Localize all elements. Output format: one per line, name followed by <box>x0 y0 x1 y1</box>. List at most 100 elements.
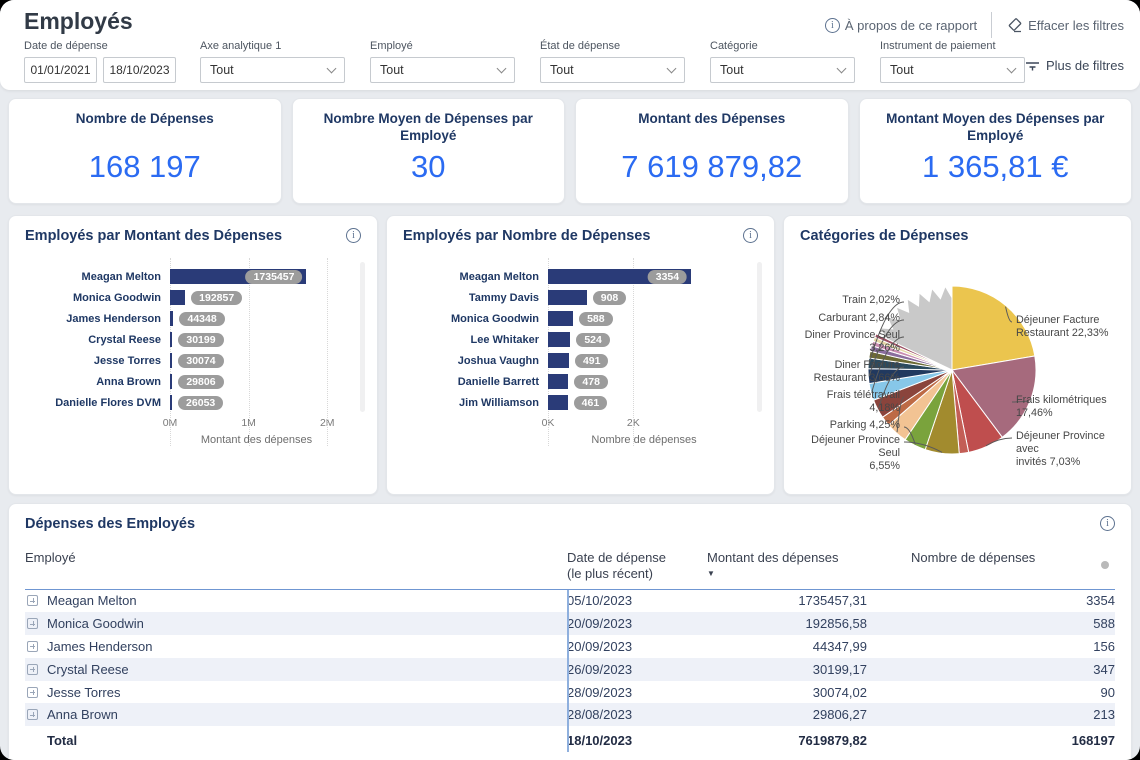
bar-value-label: 30074 <box>178 354 223 368</box>
table-row[interactable]: Crystal Reese 26/09/2023 30199,17 347 <box>25 658 1115 681</box>
employe-dropdown[interactable]: Tout <box>370 57 515 83</box>
bar[interactable] <box>548 395 568 410</box>
bar[interactable] <box>170 311 173 326</box>
bar-track: 478 <box>548 374 740 389</box>
bar-row[interactable]: Jesse Torres 30074 <box>25 350 361 371</box>
instrument-paiement-dropdown[interactable]: Tout <box>880 57 1025 83</box>
bar-track: 524 <box>548 332 740 347</box>
date-cell: 20/09/2023 <box>567 635 707 658</box>
bar-row[interactable]: Anna Brown 29806 <box>25 371 361 392</box>
pie-slice-label: Frais kilométriques 17,46% <box>1016 394 1120 420</box>
kpi-card-nombre-depenses[interactable]: Nombre de Dépenses 168 197 <box>8 98 282 204</box>
date-from-input[interactable]: 01/01/2021 <box>24 57 97 83</box>
chevron-down-icon <box>497 64 507 74</box>
employee-cell: Jesse Torres <box>25 681 567 704</box>
bar-row[interactable]: Danielle Flores DVM 26053 <box>25 392 361 413</box>
total-label: Total <box>25 728 567 752</box>
bar-row[interactable]: Jim Williamson 461 <box>403 392 758 413</box>
bar-track: 1735457 <box>170 269 343 284</box>
bar[interactable] <box>548 353 569 368</box>
employee-cell: Anna Brown <box>25 703 567 726</box>
bar-row[interactable]: Meagan Melton 3354 <box>403 266 758 287</box>
pie-slice-label: Diner Province Seul 3,26% <box>800 329 900 355</box>
info-icon[interactable]: i <box>1100 516 1115 531</box>
info-icon[interactable]: i <box>743 228 758 243</box>
expand-icon[interactable] <box>27 641 38 652</box>
column-header-employe[interactable]: Employé <box>25 548 567 589</box>
date-to-input[interactable]: 18/10/2023 <box>103 57 176 83</box>
dashboard-screen: Employés i À propos de ce rapport Efface… <box>0 0 1140 760</box>
bar-track: 908 <box>548 290 740 305</box>
chart-montant-depenses: Employés par Montant des Dépenses i Meag… <box>8 215 378 495</box>
table-scrollbar-thumb[interactable] <box>1101 561 1109 569</box>
bar[interactable] <box>170 290 185 305</box>
etat-depense-dropdown[interactable]: Tout <box>540 57 685 83</box>
categorie-dropdown[interactable]: Tout <box>710 57 855 83</box>
expand-icon[interactable] <box>27 687 38 698</box>
bar[interactable] <box>170 395 172 410</box>
total-date: 18/10/2023 <box>567 728 707 752</box>
column-header-nombre[interactable]: Nombre de dépenses <box>877 548 1115 589</box>
employee-name: Crystal Reese <box>47 662 129 677</box>
bar-value-label: 3354 <box>648 270 687 284</box>
clear-filters-button[interactable]: Effacer les filtres <box>1006 17 1124 34</box>
pie-slice-label: Déjeuner Facture Restaurant 22,33% <box>1016 314 1120 340</box>
filter-date: Date de dépense 01/01/2021 18/10/2023 <box>24 40 176 83</box>
bar-row[interactable]: Lee Whitaker 524 <box>403 329 758 350</box>
table-row[interactable]: James Henderson 20/09/2023 44347,99 156 <box>25 635 1115 658</box>
bar-row[interactable]: Meagan Melton 1735457 <box>25 266 361 287</box>
bar[interactable] <box>170 332 172 347</box>
expand-icon[interactable] <box>27 595 38 606</box>
column-header-montant[interactable]: Montant des dépenses ▼ <box>707 548 877 589</box>
bar-category-label: Lee Whitaker <box>403 334 548 346</box>
bar-chart: Meagan Melton 1735457 Monica Goodwin 192… <box>25 266 361 446</box>
bar-category-label: Jesse Torres <box>25 355 170 367</box>
kpi-card-nombre-moyen[interactable]: Nombre Moyen de Dépenses par Employé 30 <box>292 98 566 204</box>
kpi-value: 7 619 879,82 <box>621 149 802 185</box>
employee-name: Monica Goodwin <box>47 616 144 631</box>
about-report-link[interactable]: i À propos de ce rapport <box>825 18 977 33</box>
table-row[interactable]: Monica Goodwin 20/09/2023 192856,58 588 <box>25 612 1115 635</box>
kpi-card-montant-moyen[interactable]: Montant Moyen des Dépenses par Employé 1… <box>859 98 1133 204</box>
bar[interactable] <box>170 374 172 389</box>
pie-slice-label: Diner Facture Restaurant 3,66% <box>800 359 900 385</box>
bar[interactable] <box>548 311 573 326</box>
more-filters-button[interactable]: Plus de filtres <box>1025 58 1124 73</box>
bar-row[interactable]: Monica Goodwin 588 <box>403 308 758 329</box>
bar-track: 44348 <box>170 311 343 326</box>
bar-row[interactable]: Joshua Vaughn 491 <box>403 350 758 371</box>
bar-value-label: 491 <box>575 354 609 368</box>
bar-value-label: 30199 <box>178 333 223 347</box>
total-amount: 7619879,82 <box>707 728 877 752</box>
bar[interactable] <box>548 374 568 389</box>
date-cell: 20/09/2023 <box>567 612 707 635</box>
expand-icon[interactable] <box>27 664 38 675</box>
table-row[interactable]: Meagan Melton 05/10/2023 1735457,31 3354 <box>25 590 1115 613</box>
bar-value-label: 26053 <box>178 396 223 410</box>
expand-icon[interactable] <box>27 618 38 629</box>
bar-value-label: 29806 <box>178 375 223 389</box>
bar-row[interactable]: Crystal Reese 30199 <box>25 329 361 350</box>
expand-icon[interactable] <box>27 709 38 720</box>
sort-desc-icon: ▼ <box>707 569 877 579</box>
filter-employe: Employé Tout <box>370 40 515 83</box>
bar[interactable] <box>548 332 570 347</box>
bar-row[interactable]: Tammy Davis 908 <box>403 287 758 308</box>
bar[interactable] <box>170 353 172 368</box>
info-icon[interactable]: i <box>346 228 361 243</box>
bar-row[interactable]: Monica Goodwin 192857 <box>25 287 361 308</box>
bar-row[interactable]: Danielle Barrett 478 <box>403 371 758 392</box>
table-row[interactable]: Anna Brown 28/08/2023 29806,27 213 <box>25 703 1115 726</box>
table-depenses-employes: Dépenses des Employés i Employé Date de … <box>8 503 1132 760</box>
bar[interactable] <box>548 290 587 305</box>
axe-analytique-dropdown[interactable]: Tout <box>200 57 345 83</box>
bar-track: 3354 <box>548 269 740 284</box>
column-header-date[interactable]: Date de dépense (le plus récent) <box>567 548 707 589</box>
table-row[interactable]: Jesse Torres 28/09/2023 30074,02 90 <box>25 681 1115 704</box>
kpi-card-montant-depenses[interactable]: Montant des Dépenses 7 619 879,82 <box>575 98 849 204</box>
filter-icon <box>1025 59 1040 73</box>
bar-chart: Meagan Melton 3354 Tammy Davis 908 Monic… <box>403 266 758 446</box>
bar-value-label: 588 <box>579 312 613 326</box>
bar-row[interactable]: James Henderson 44348 <box>25 308 361 329</box>
bar-category-label: Monica Goodwin <box>25 292 170 304</box>
